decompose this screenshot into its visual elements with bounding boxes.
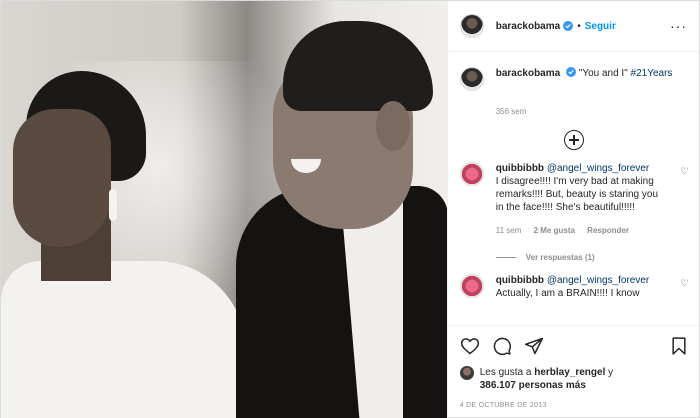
caption-username[interactable]: barackobama xyxy=(496,68,560,79)
likes-text: Les gusta a herblay_rengel y 386.107 per… xyxy=(480,366,613,392)
comment-likes[interactable]: 2 Me gusta xyxy=(534,226,575,235)
load-more-comments xyxy=(460,130,689,150)
post-side-panel: barackobama • Seguir ··· barackobama "Yo… xyxy=(446,1,700,418)
avatar[interactable] xyxy=(459,14,484,38)
likes-count[interactable]: 386.107 personas más xyxy=(480,380,586,391)
comment-item: quibbibbb @angel_wings_forever Actually,… xyxy=(459,274,689,300)
verified-badge-icon xyxy=(565,67,576,77)
photo-groom-ear xyxy=(376,101,410,151)
caption-hashtag[interactable]: #21Years xyxy=(631,68,673,79)
caption-body: "You and I" xyxy=(578,68,628,79)
comment-username[interactable]: quibbibbb xyxy=(496,275,544,286)
caption-age[interactable]: 356 sem xyxy=(496,107,689,116)
comment-like-heart-icon[interactable]: ♡ xyxy=(681,166,689,177)
comment-meta: 11 sem 2 Me gusta Responder xyxy=(496,224,664,237)
more-options-icon[interactable]: ··· xyxy=(670,18,687,34)
header-separator: • xyxy=(577,20,581,32)
share-icon[interactable] xyxy=(524,336,544,356)
photo-earring xyxy=(109,189,117,221)
bookmark-icon[interactable] xyxy=(669,336,689,356)
follow-button[interactable]: Seguir xyxy=(585,21,616,32)
likes-summary: Les gusta a herblay_rengel y 386.107 per… xyxy=(459,366,689,392)
comment-username[interactable]: quibbibbb xyxy=(496,163,544,174)
comment-age[interactable]: 11 sem xyxy=(496,226,522,235)
comment-mention[interactable]: @angel_wings_forever xyxy=(547,275,649,286)
caption-avatar[interactable] xyxy=(459,67,484,91)
verified-badge-icon xyxy=(563,21,574,31)
post-header: barackobama • Seguir ··· xyxy=(447,1,699,52)
photo-bride-face xyxy=(13,109,111,247)
photo-groom-hair xyxy=(283,21,433,111)
comment-avatar[interactable] xyxy=(459,274,484,298)
post-caption: barackobama "You and I" #21Years xyxy=(459,53,689,91)
post-actions: Les gusta a herblay_rengel y 386.107 per… xyxy=(447,325,700,409)
replies-divider xyxy=(495,257,516,258)
heart-icon[interactable] xyxy=(460,336,480,356)
comment-item: quibbibbb @angel_wings_forever I disagre… xyxy=(459,162,689,237)
action-icons xyxy=(460,334,689,358)
post-date[interactable]: 4 DE OCTUBRE DE 2013 xyxy=(460,402,689,409)
comment-text: I disagree!!!! I'm very bad at making re… xyxy=(495,176,659,213)
comment-icon[interactable] xyxy=(492,336,512,356)
reply-button[interactable]: Responder xyxy=(587,226,629,235)
comment-text: Actually, I am a BRAIN!!!! I know xyxy=(495,288,640,299)
instagram-post: barackobama • Seguir ··· barackobama "Yo… xyxy=(0,0,700,418)
comment-body: quibbibbb @angel_wings_forever I disagre… xyxy=(496,162,664,237)
plus-circle-icon[interactable] xyxy=(564,130,585,150)
view-replies-label: Ver respuestas (1) xyxy=(525,253,595,262)
comment-avatar[interactable] xyxy=(459,162,484,186)
photo-bride-dress xyxy=(1,261,246,418)
comment-mention[interactable]: @angel_wings_forever xyxy=(547,163,649,174)
caption-text: barackobama "You and I" #21Years xyxy=(496,67,673,91)
comment-body: quibbibbb @angel_wings_forever Actually,… xyxy=(496,274,664,300)
likes-prefix: Les gusta a xyxy=(479,367,532,378)
liker-avatar[interactable] xyxy=(459,366,474,380)
header-username[interactable]: barackobama xyxy=(496,21,560,32)
view-replies-button[interactable]: Ver respuestas (1) xyxy=(495,253,689,262)
post-photo[interactable] xyxy=(1,1,447,418)
likes-conj: y xyxy=(608,367,614,378)
comment-like-heart-icon[interactable]: ♡ xyxy=(681,278,689,289)
comments-section[interactable]: barackobama "You and I" #21Years 356 sem… xyxy=(448,53,700,325)
liker-username[interactable]: herblay_rengel xyxy=(534,367,605,378)
